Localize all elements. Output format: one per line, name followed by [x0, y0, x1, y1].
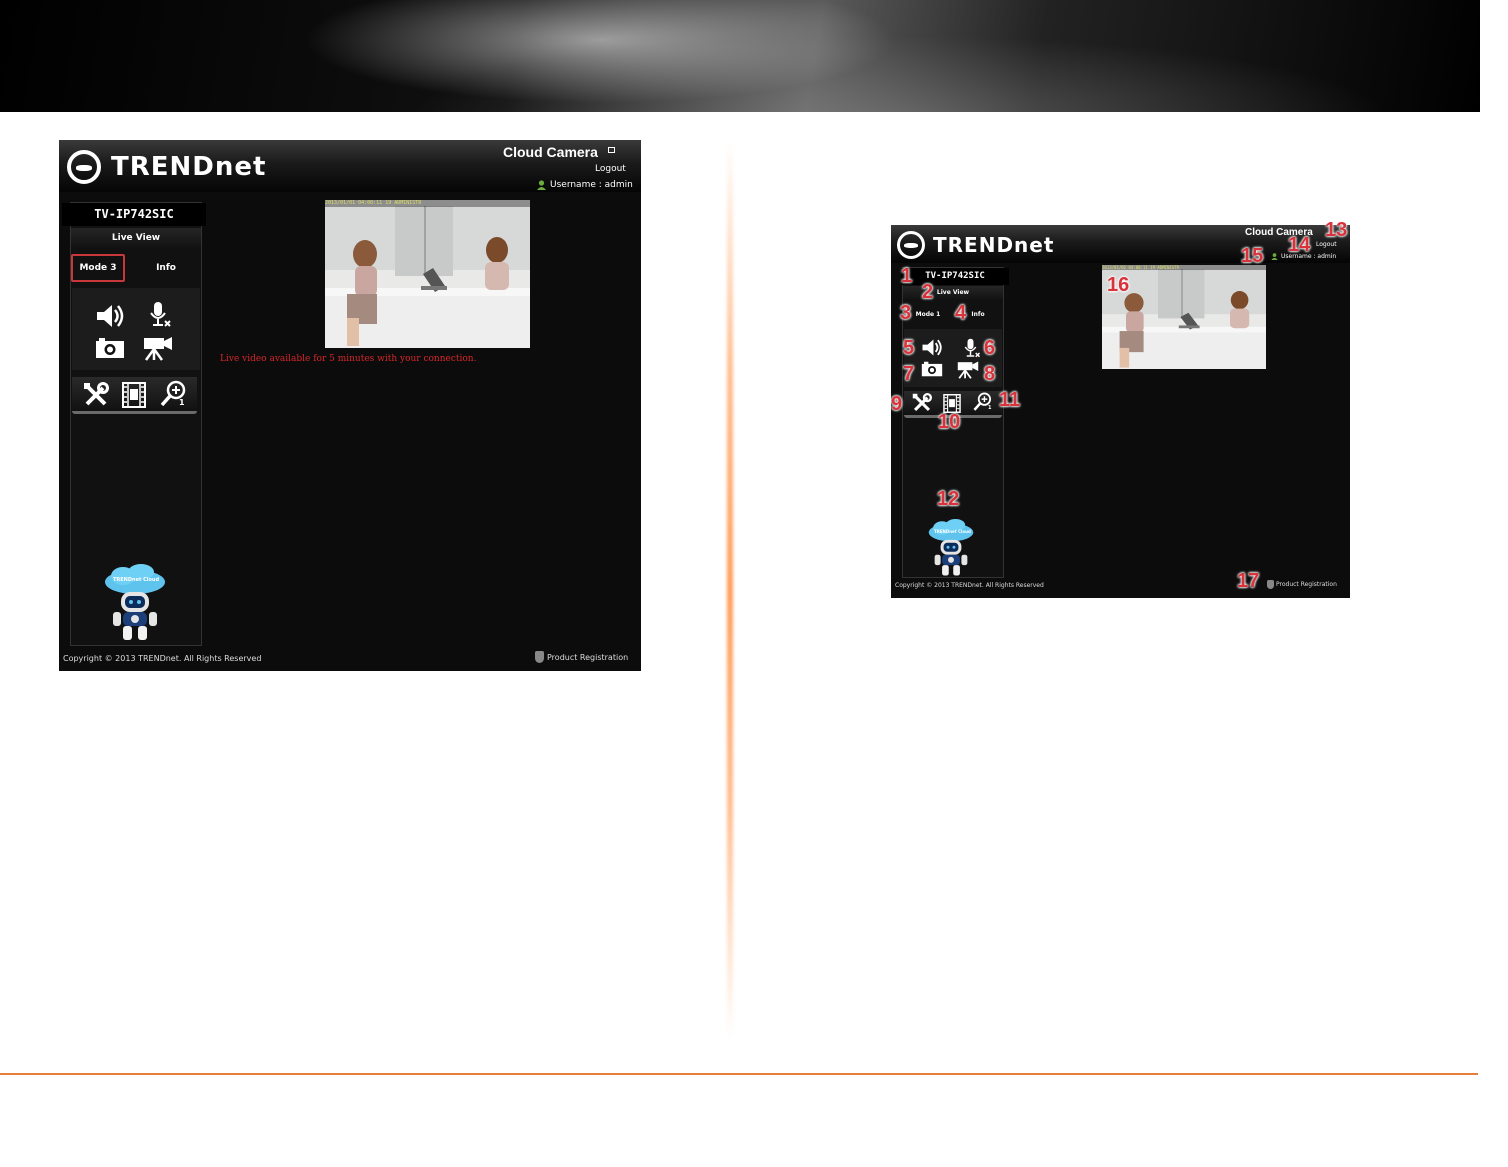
product-registration-link[interactable]: Product Registration	[535, 651, 628, 663]
settings-tools-icon[interactable]	[81, 380, 111, 410]
trendnet-logo: TRENDnet	[67, 150, 266, 184]
callout-4: 4	[955, 302, 967, 324]
trendnet-logo-icon	[897, 231, 925, 259]
session-notice: Live video available for 5 minutes with …	[220, 354, 477, 364]
callout-6: 6	[984, 337, 996, 359]
callout-12: 12	[937, 488, 960, 510]
speaker-icon[interactable]	[93, 302, 127, 330]
logout-link[interactable]: Logout	[1316, 241, 1337, 248]
film-strip-icon[interactable]	[119, 380, 149, 410]
mode-tabs: Mode 1 Info	[903, 305, 1003, 323]
logout-link[interactable]: Logout	[595, 164, 626, 174]
trendnet-logo-icon	[67, 150, 101, 184]
callout-5: 5	[903, 337, 915, 359]
brand-name: TRENDnet	[933, 233, 1055, 257]
settings-tools-icon[interactable]	[910, 392, 934, 414]
device-name: TV-IP742SIC	[62, 203, 206, 226]
cloud-mascot-icon[interactable]	[101, 564, 169, 642]
video-timestamp: 2013/01/01 04:00:11 19 ADMINISTR	[325, 200, 530, 207]
callout-17: 17	[1237, 570, 1260, 592]
vertical-divider	[727, 140, 733, 1040]
callout-1: 1	[901, 265, 913, 287]
product-registration-label: Product Registration	[547, 652, 629, 662]
username-row: Username : admin	[537, 180, 633, 190]
callout-2: 2	[922, 281, 934, 303]
callout-11: 11	[999, 389, 1021, 411]
product-registration-link[interactable]: Product Registration	[1267, 580, 1337, 589]
tab-mode[interactable]: Mode 3	[71, 254, 125, 282]
live-view-link[interactable]: Live View	[71, 228, 201, 248]
video-record-icon[interactable]	[141, 334, 175, 362]
trendnet-logo: TRENDnet	[897, 231, 1054, 259]
callout-10: 10	[938, 411, 961, 433]
page-header-banner	[0, 0, 1480, 112]
app-title-text: Cloud Camera	[503, 144, 598, 160]
product-registration-label: Product Registration	[1276, 581, 1337, 588]
microphone-mute-icon[interactable]	[145, 300, 175, 330]
copyright: Copyright © 2013 TRENDnet. All Rights Re…	[63, 654, 262, 663]
callout-16: 16	[1107, 274, 1130, 296]
brand-name: TRENDnet	[111, 152, 267, 182]
zoom-level: 1	[988, 405, 992, 411]
callout-7: 7	[903, 363, 915, 385]
snapshot-camera-icon[interactable]	[93, 335, 127, 361]
footer-rule	[0, 1073, 1478, 1075]
callout-3: 3	[900, 302, 912, 324]
device-name: TV-IP742SIC	[901, 268, 1009, 285]
tab-info[interactable]: Info	[131, 254, 201, 282]
live-video-feed: 2013/01/01 04:00:11 19 ADMINISTR	[325, 200, 530, 348]
shield-icon	[1267, 580, 1274, 589]
mode-tabs: Mode 3 Info	[71, 254, 201, 282]
callout-13: 13	[1325, 219, 1348, 241]
window-icon[interactable]	[607, 147, 615, 153]
speaker-icon[interactable]	[919, 337, 945, 357]
microphone-mute-icon[interactable]	[961, 337, 983, 359]
username-label: Username : admin	[550, 180, 633, 190]
av-controls	[72, 288, 200, 370]
app-title: Cloud Camera	[503, 144, 615, 160]
video-record-icon[interactable]	[955, 359, 981, 379]
callout-15: 15	[1241, 245, 1264, 267]
callout-14: 14	[1288, 234, 1311, 256]
callout-8: 8	[984, 363, 996, 385]
mascot-label: TRENDnet Cloud	[934, 529, 971, 534]
cloud-mascot-icon[interactable]	[925, 519, 977, 577]
snapshot-camera-icon[interactable]	[919, 360, 945, 378]
user-icon	[537, 180, 546, 190]
callout-9: 9	[891, 393, 903, 415]
zoom-level: 1	[179, 398, 185, 407]
shield-icon	[535, 651, 544, 663]
mascot-label: TRENDnet Cloud	[113, 577, 160, 583]
left-camera-ui: TRENDnet Cloud Camera Logout Username : …	[59, 140, 641, 671]
user-icon	[1271, 253, 1278, 260]
copyright: Copyright © 2013 TRENDnet. All Rights Re…	[895, 582, 1044, 589]
live-view-link[interactable]: Live View	[903, 286, 1003, 300]
